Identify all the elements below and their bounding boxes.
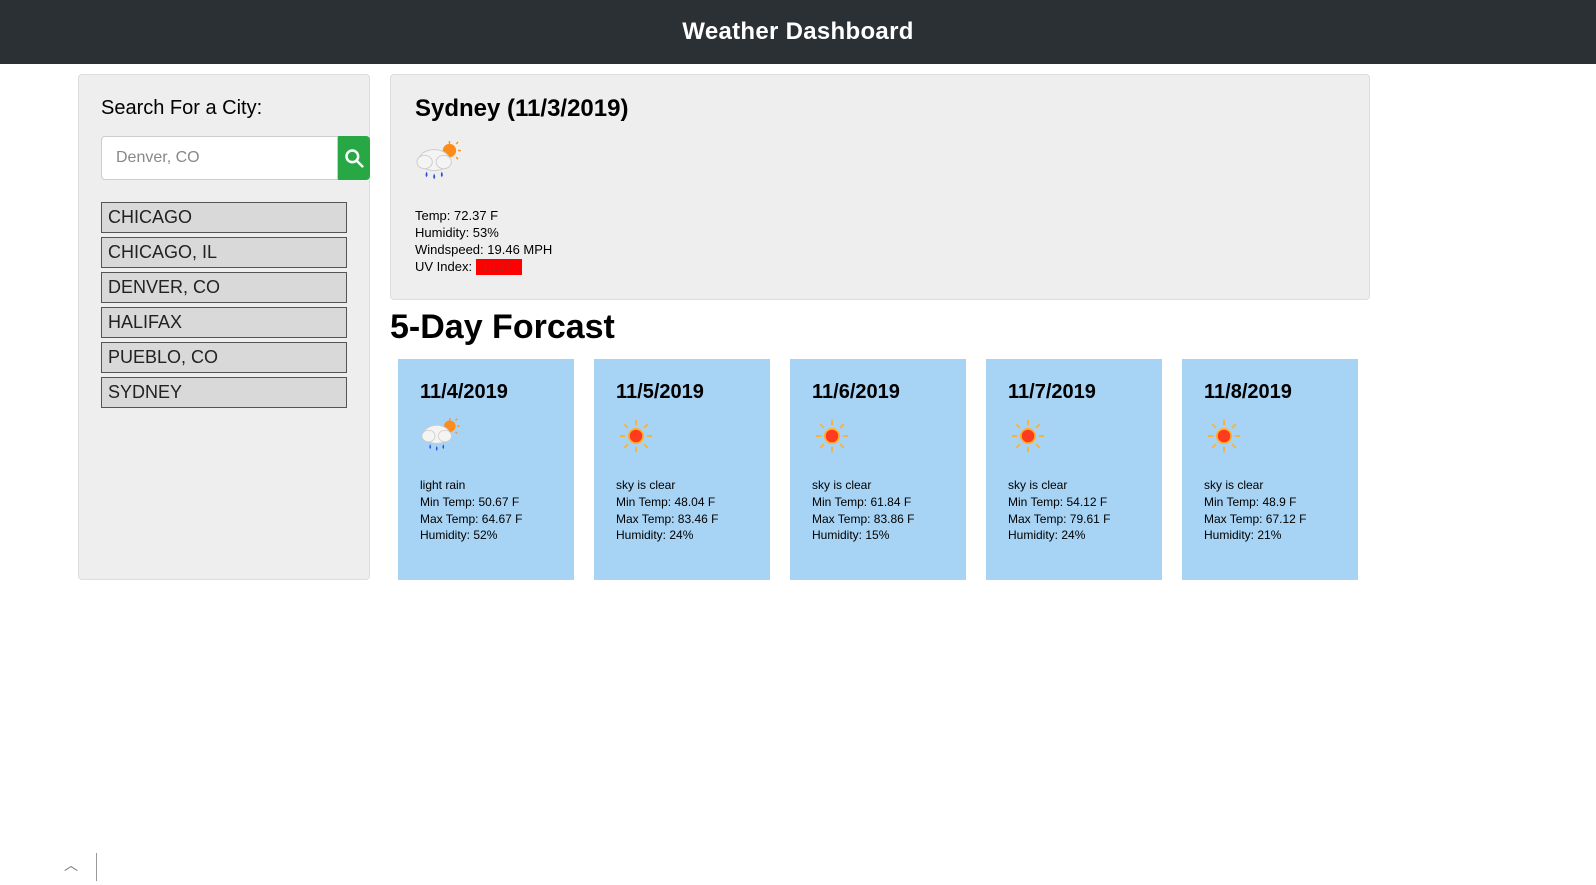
forecast-min: Min Temp: 50.67 F	[420, 494, 552, 511]
current-humidity: Humidity: 53%	[415, 225, 1345, 240]
forecast-desc: sky is clear	[1008, 477, 1140, 494]
humidity-value: 53%	[473, 225, 499, 240]
forecast-max: Max Temp: 67.12 F	[1204, 511, 1336, 528]
forecast-min: Min Temp: 54.12 F	[1008, 494, 1140, 511]
forecast-max: Max Temp: 83.86 F	[812, 511, 944, 528]
forecast-card: 11/7/2019 sky is clearMin Temp: 54.12 FMa…	[986, 359, 1162, 580]
forecast-title: 5-Day Forcast	[390, 308, 1370, 347]
temp-label: Temp:	[415, 208, 454, 223]
forecast-date: 11/4/2019	[420, 381, 552, 404]
forecast-date: 11/7/2019	[1008, 381, 1140, 404]
chevron-up-icon[interactable]: ︿	[64, 855, 78, 875]
forecast-max: Max Temp: 64.67 F	[420, 511, 552, 528]
current-wind: Windspeed: 19.46 MPH	[415, 242, 1345, 257]
search-row	[101, 136, 347, 180]
sun-icon	[1008, 418, 1048, 454]
forecast-row: 11/4/2019light rainMin Temp: 50.67 FMax …	[390, 359, 1370, 580]
sun-icon	[616, 418, 656, 454]
current-uv: UV Index: 10.27	[415, 259, 1345, 275]
history-item[interactable]: HALIFAX	[101, 307, 347, 338]
history-item[interactable]: PUEBLO, CO	[101, 342, 347, 373]
current-city-title: Sydney (11/3/2019)	[415, 95, 1345, 123]
forecast-min: Min Temp: 48.9 F	[1204, 494, 1336, 511]
temp-value: 72.37 F	[454, 208, 498, 223]
forecast-max: Max Temp: 79.61 F	[1008, 511, 1140, 528]
forecast-hum: Humidity: 21%	[1204, 527, 1336, 544]
forecast-hum: Humidity: 24%	[616, 527, 748, 544]
rain-sun-icon	[420, 418, 460, 454]
sidebar: Search For a City: CHICAGO CHICAGO, IL DEN…	[78, 74, 370, 580]
forecast-date: 11/6/2019	[812, 381, 944, 404]
forecast-date: 11/8/2019	[1204, 381, 1336, 404]
history-item[interactable]: SYDNEY	[101, 377, 347, 408]
rain-sun-icon	[415, 141, 461, 183]
history-list: CHICAGO CHICAGO, IL DENVER, CO HALIFAX PUEBL…	[101, 202, 347, 408]
humidity-label: Humidity:	[415, 225, 473, 240]
history-item[interactable]: CHICAGO	[101, 202, 347, 233]
search-icon	[344, 148, 364, 168]
forecast-card: 11/6/2019 sky is clearMin Temp: 61.84 FMa…	[790, 359, 966, 580]
forecast-card: 11/4/2019 light rainMin Temp: 50.67 FMax …	[398, 359, 574, 580]
wind-value: 19.46 MPH	[487, 242, 552, 257]
forecast-hum: Humidity: 24%	[1008, 527, 1140, 544]
sun-icon	[1204, 418, 1244, 454]
header: Weather Dashboard	[0, 0, 1596, 64]
search-label: Search For a City:	[101, 97, 347, 120]
forecast-date: 11/5/2019	[616, 381, 748, 404]
forecast-min: Min Temp: 48.04 F	[616, 494, 748, 511]
forecast-hum: Humidity: 52%	[420, 527, 552, 544]
history-item[interactable]: CHICAGO, IL	[101, 237, 347, 268]
forecast-min: Min Temp: 61.84 F	[812, 494, 944, 511]
history-item[interactable]: DENVER, CO	[101, 272, 347, 303]
header-title: Weather Dashboard	[682, 18, 913, 45]
forecast-hum: Humidity: 15%	[812, 527, 944, 544]
main: Sydney (11/3/2019) Temp: 72.37 F Humidit…	[390, 74, 1370, 580]
uv-label: UV Index:	[415, 259, 476, 274]
forecast-card: 11/8/2019 sky is clearMin Temp: 48.9 FMax…	[1182, 359, 1358, 580]
sun-icon	[812, 418, 852, 454]
forecast-max: Max Temp: 83.46 F	[616, 511, 748, 528]
forecast-desc: sky is clear	[616, 477, 748, 494]
wind-label: Windspeed:	[415, 242, 487, 257]
current-temp: Temp: 72.37 F	[415, 208, 1345, 223]
search-input[interactable]	[101, 136, 338, 180]
search-button[interactable]	[338, 136, 370, 180]
forecast-desc: sky is clear	[1204, 477, 1336, 494]
forecast-desc: sky is clear	[812, 477, 944, 494]
forecast-card: 11/5/2019 sky is clearMin Temp: 48.04 FMa…	[594, 359, 770, 580]
current-weather-panel: Sydney (11/3/2019) Temp: 72.37 F Humidit…	[390, 74, 1370, 300]
uv-badge: 10.27	[476, 259, 522, 275]
forecast-desc: light rain	[420, 477, 552, 494]
current-stats: Temp: 72.37 F Humidity: 53% Windspeed: 1…	[415, 208, 1345, 275]
footer-divider	[96, 853, 97, 881]
